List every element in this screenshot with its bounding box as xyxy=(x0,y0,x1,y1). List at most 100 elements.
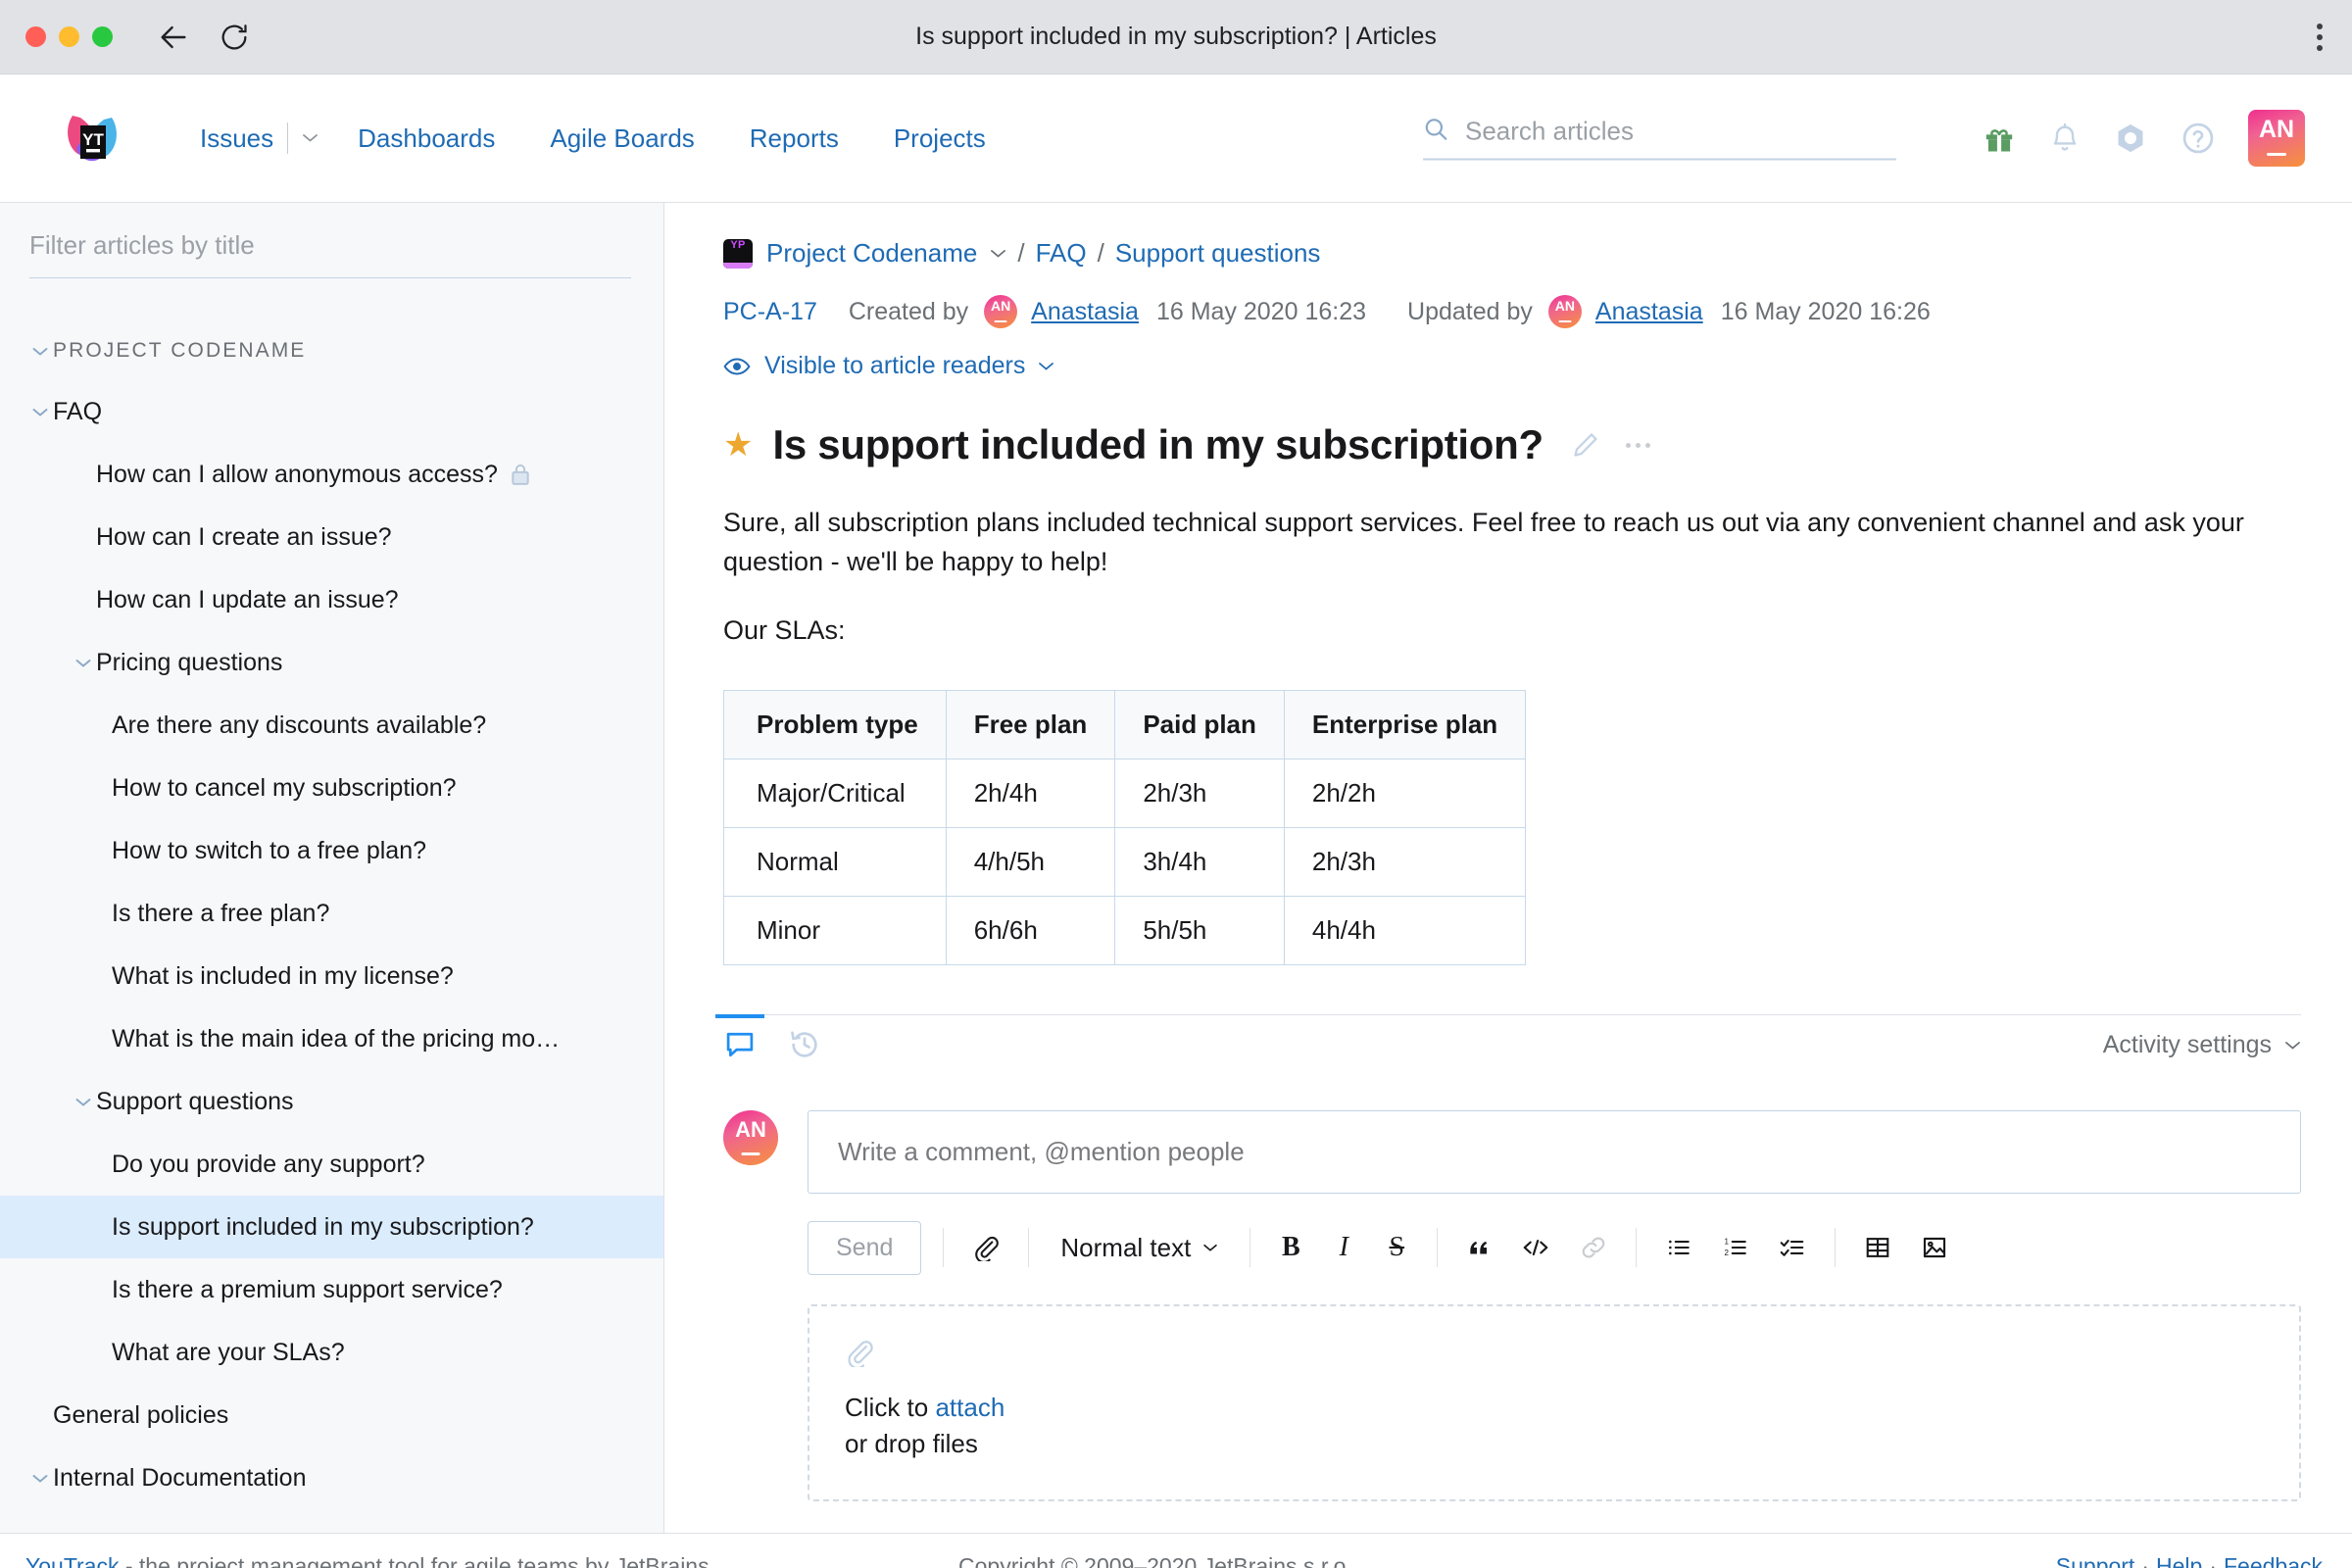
table-cell: 4/h/5h xyxy=(945,826,1116,897)
sidebar-item-general-policies[interactable]: General policies xyxy=(0,1384,663,1446)
reload-icon[interactable] xyxy=(217,20,252,55)
created-by-user[interactable]: Anastasia xyxy=(1031,298,1139,326)
sidebar-item-label: General policies xyxy=(53,1400,229,1429)
article-main: YP Project Codename / FAQ / Support ques… xyxy=(664,203,2352,1533)
back-arrow-icon[interactable] xyxy=(156,20,191,55)
chevron-down-icon[interactable] xyxy=(27,346,53,357)
sidebar-item-do-you-provide-any-support[interactable]: Do you provide any support? xyxy=(0,1133,663,1196)
send-button[interactable]: Send xyxy=(808,1220,922,1275)
maximize-window-button[interactable] xyxy=(92,26,113,47)
footer-link-support[interactable]: Support xyxy=(2056,1553,2135,1568)
gift-icon[interactable] xyxy=(1982,121,2017,156)
footer-link-feedback[interactable]: Feedback xyxy=(2224,1553,2323,1568)
filter-articles-input[interactable]: Filter articles by title xyxy=(29,230,631,278)
chevron-down-icon[interactable] xyxy=(71,1097,96,1107)
help-circle-icon[interactable] xyxy=(2180,121,2216,156)
sidebar-item-faq[interactable]: FAQ xyxy=(0,380,663,443)
paperclip-icon[interactable] xyxy=(965,1226,1006,1269)
visibility-selector[interactable]: Visible to article readers xyxy=(723,352,2301,380)
sidebar-item-pricing-questions[interactable]: Pricing questions xyxy=(0,631,663,694)
text-style-dropdown[interactable]: Normal text xyxy=(1051,1226,1228,1269)
comment-input[interactable]: Write a comment, @mention people xyxy=(808,1109,2301,1194)
sidebar-item-label: How can I allow anonymous access? xyxy=(96,460,498,488)
chevron-down-icon[interactable] xyxy=(27,1473,53,1484)
sidebar-item-what-is-included-in-my-license[interactable]: What is included in my license? xyxy=(0,945,663,1007)
breadcrumb-project[interactable]: Project Codename xyxy=(766,238,977,269)
strikethrough-button[interactable]: S xyxy=(1378,1226,1415,1269)
dropzone-text: Click to attach or drop files xyxy=(845,1390,2264,1462)
footer-youtrack-link[interactable]: YouTrack xyxy=(25,1553,119,1568)
nav-item-reports[interactable]: Reports xyxy=(722,123,866,154)
attach-link[interactable]: attach xyxy=(935,1393,1004,1422)
youtrack-logo[interactable]: YT xyxy=(61,106,125,171)
file-dropzone[interactable]: Click to attach or drop files xyxy=(808,1303,2301,1501)
chevron-down-icon[interactable] xyxy=(71,658,96,668)
code-button[interactable] xyxy=(1514,1226,1557,1269)
sidebar-item-what-is-the-main-idea-of-the-pricing-mo[interactable]: What is the main idea of the pricing mo… xyxy=(0,1007,663,1070)
breadcrumb-parent[interactable]: FAQ xyxy=(1036,238,1087,269)
sidebar-item-project-codename[interactable]: PROJECT CODENAME xyxy=(0,321,663,380)
sidebar-item-what-are-your-slas[interactable]: What are your SLAs? xyxy=(0,1321,663,1384)
sidebar-item-label: Internal Documentation xyxy=(53,1463,307,1492)
image-button[interactable] xyxy=(1914,1226,1955,1269)
sidebar-item-how-can-i-update-an-issue[interactable]: How can I update an issue? xyxy=(0,568,663,631)
sidebar-item-how-can-i-create-an-issue[interactable]: How can I create an issue? xyxy=(0,506,663,568)
link-button[interactable] xyxy=(1573,1226,1614,1269)
sidebar-item-label: What is the main idea of the pricing mo… xyxy=(112,1024,561,1053)
italic-button[interactable]: I xyxy=(1325,1226,1362,1269)
sidebar-item-how-to-cancel-my-subscription[interactable]: How to cancel my subscription? xyxy=(0,757,663,819)
user-avatar[interactable]: AN xyxy=(2248,110,2305,167)
search-input[interactable]: Search articles xyxy=(1423,117,1896,161)
chevron-down-icon[interactable] xyxy=(288,128,330,148)
star-icon[interactable]: ★ xyxy=(723,428,753,462)
updated-by-user[interactable]: Anastasia xyxy=(1595,298,1703,326)
sidebar-item-how-to-switch-to-a-free-plan[interactable]: How to switch to a free plan? xyxy=(0,819,663,882)
sidebar-item-is-there-a-free-plan[interactable]: Is there a free plan? xyxy=(0,882,663,945)
sidebar-item-are-there-any-discounts-available[interactable]: Are there any discounts available? xyxy=(0,694,663,757)
quote-button[interactable] xyxy=(1459,1226,1498,1269)
kebab-menu-icon[interactable] xyxy=(2317,23,2323,51)
toolbar-divider xyxy=(1437,1228,1439,1268)
toolbar-divider xyxy=(1636,1228,1638,1268)
avatar[interactable]: AN xyxy=(984,295,1018,328)
table-button[interactable] xyxy=(1857,1226,1898,1269)
sidebar-item-is-there-a-premium-support-service[interactable]: Is there a premium support service? xyxy=(0,1258,663,1321)
sidebar-item-support-questions[interactable]: Support questions xyxy=(0,1070,663,1133)
nav-item-issues[interactable]: Issues xyxy=(200,123,287,154)
pencil-icon[interactable] xyxy=(1571,430,1600,460)
bullet-list-button[interactable] xyxy=(1658,1226,1699,1269)
breadcrumb-current[interactable]: Support questions xyxy=(1115,238,1321,269)
sidebar-item-is-support-included-in-my-subscription[interactable]: Is support included in my subscription? xyxy=(0,1196,663,1258)
table-row: Minor 6h/6h 5h/5h 4h/4h xyxy=(723,895,1527,965)
page-title: Is support included in my subscription? xyxy=(772,421,1544,467)
project-icon: YP xyxy=(723,238,753,269)
nav-item-dashboards[interactable]: Dashboards xyxy=(330,123,522,154)
search-placeholder: Search articles xyxy=(1465,116,1634,146)
more-dots-icon[interactable] xyxy=(1625,442,1650,448)
minimize-window-button[interactable] xyxy=(59,26,79,47)
gear-hexagon-icon[interactable] xyxy=(2113,121,2148,156)
close-window-button[interactable] xyxy=(25,26,46,47)
toolbar-divider xyxy=(1028,1228,1030,1268)
tab-history[interactable] xyxy=(788,1015,821,1075)
article-id[interactable]: PC-A-17 xyxy=(723,298,817,326)
bold-button[interactable]: B xyxy=(1272,1226,1309,1269)
articles-sidebar: Filter articles by title PROJECT CODENAM… xyxy=(0,203,664,1533)
avatar[interactable]: AN xyxy=(1547,295,1582,328)
sidebar-item-internal-documentation[interactable]: Internal Documentation xyxy=(0,1446,663,1509)
app-header: YT Issues Dashboards Agile Boards Report… xyxy=(0,74,2352,203)
numbered-list-button[interactable]: 12 xyxy=(1715,1226,1756,1269)
bell-icon[interactable] xyxy=(2049,121,2081,156)
table-header-row: Problem type Free plan Paid plan Enterprise… xyxy=(723,689,1527,760)
page-footer: YouTrack - the project management tool f… xyxy=(0,1533,2352,1568)
nav-item-agile-boards[interactable]: Agile Boards xyxy=(522,123,721,154)
tab-comments[interactable] xyxy=(715,1013,764,1075)
activity-settings-button[interactable]: Activity settings xyxy=(2103,1031,2301,1059)
sidebar-item-label: FAQ xyxy=(53,397,103,425)
footer-link-help[interactable]: Help xyxy=(2156,1553,2202,1568)
nav-item-projects[interactable]: Projects xyxy=(866,123,1013,154)
chevron-down-icon[interactable] xyxy=(990,244,1006,264)
sidebar-item-how-can-i-allow-anonymous-access[interactable]: How can I allow anonymous access? xyxy=(0,443,663,506)
chevron-down-icon[interactable] xyxy=(27,407,53,417)
checklist-button[interactable] xyxy=(1772,1226,1813,1269)
